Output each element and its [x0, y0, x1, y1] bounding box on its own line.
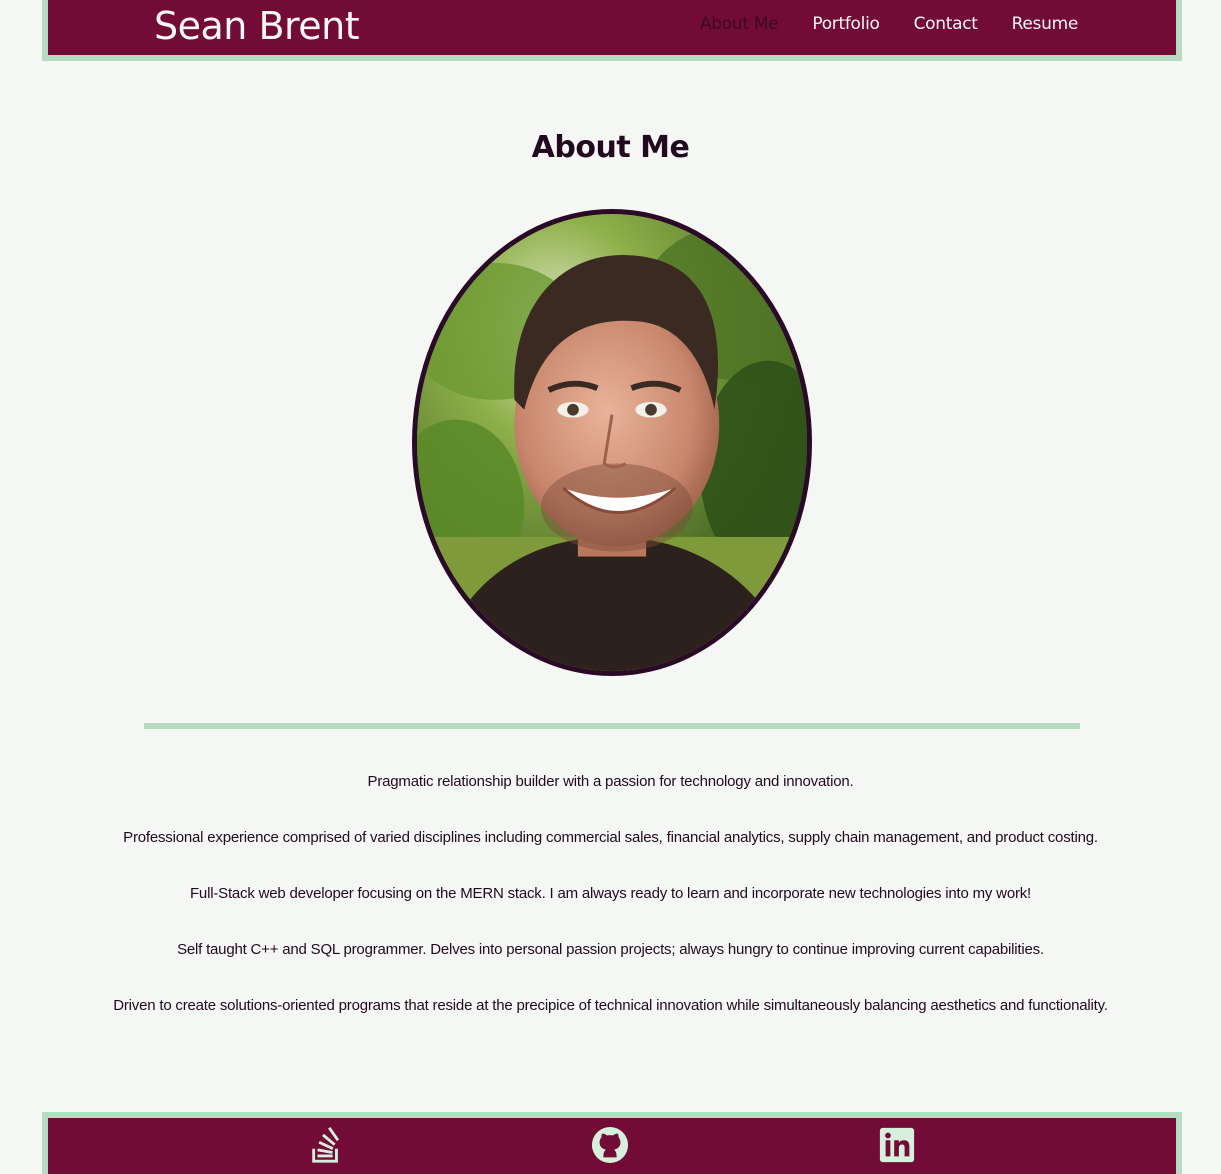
page-title: About Me	[531, 130, 690, 165]
brand-logo-link[interactable]: Sean Brent	[154, 2, 360, 50]
profile-photo-image	[417, 214, 807, 671]
page: Sean Brent About Me Portfolio Contact Re…	[0, 0, 1221, 1174]
bio-paragraph: Professional experience comprised of var…	[123, 829, 1098, 846]
main-nav: About Me Portfolio Contact Resume	[700, 14, 1078, 34]
nav-resume[interactable]: Resume	[1012, 14, 1079, 34]
nav-portfolio[interactable]: Portfolio	[812, 14, 880, 34]
footer-bar	[48, 1118, 1176, 1174]
bio-paragraph: Self taught C++ and SQL programmer. Delv…	[177, 941, 1044, 958]
site-header: Sean Brent About Me Portfolio Contact Re…	[42, 0, 1182, 61]
linkedin-icon[interactable]	[877, 1125, 917, 1165]
section-divider	[144, 723, 1080, 729]
stack-overflow-icon[interactable]	[306, 1125, 346, 1165]
bio-paragraph: Pragmatic relationship builder with a pa…	[367, 773, 854, 790]
bio-section: Pragmatic relationship builder with a pa…	[0, 770, 1221, 1050]
site-footer	[42, 1112, 1182, 1174]
github-icon[interactable]	[590, 1125, 630, 1165]
bio-paragraph: Full-Stack web developer focusing on the…	[189, 885, 1032, 902]
profile-photo	[412, 209, 812, 676]
header-bar: Sean Brent About Me Portfolio Contact Re…	[48, 0, 1176, 55]
bio-paragraph: Driven to create solutions-oriented prog…	[113, 997, 1108, 1014]
nav-contact[interactable]: Contact	[914, 14, 978, 34]
nav-about-me[interactable]: About Me	[700, 14, 779, 34]
